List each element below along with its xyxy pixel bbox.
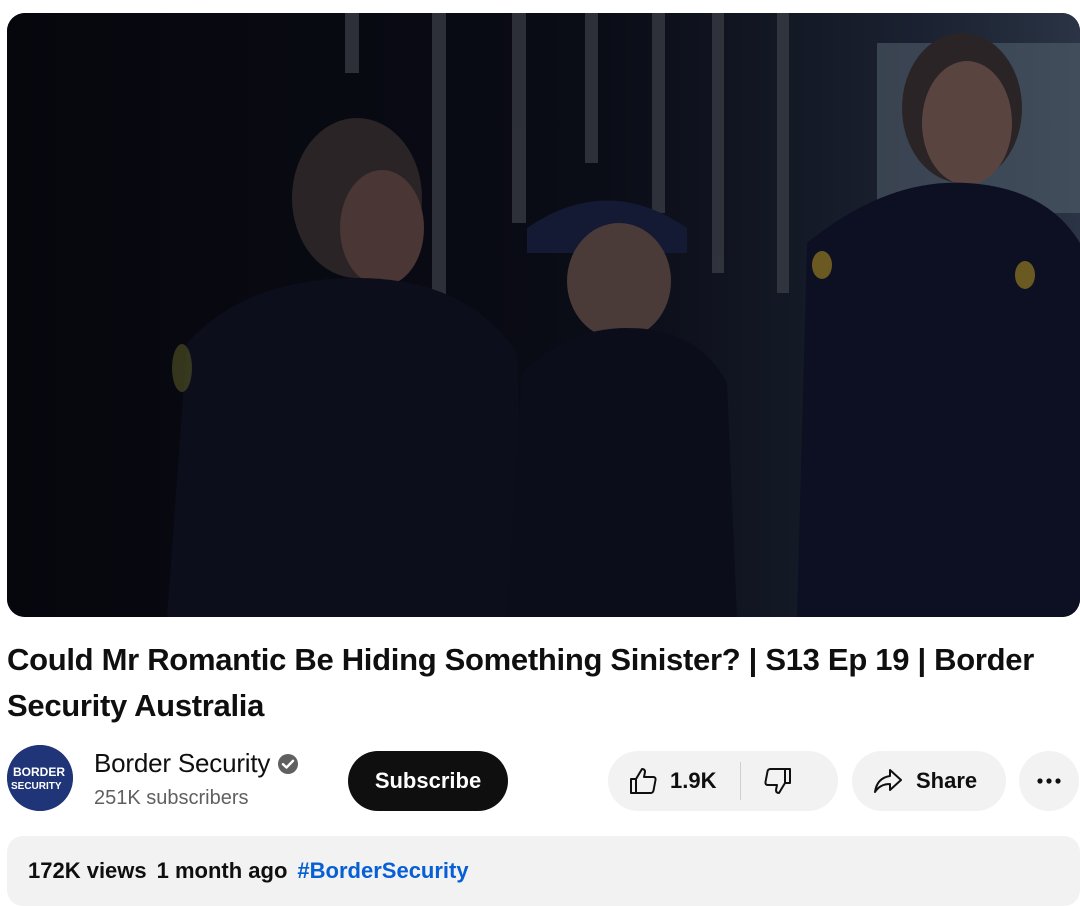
more-actions-button[interactable] <box>1019 751 1079 811</box>
video-frame <box>7 13 1080 617</box>
view-count: 172K views <box>28 858 147 883</box>
thumbs-down-icon <box>764 768 792 794</box>
subscriber-count: 251K subscribers <box>94 787 249 809</box>
subscribe-button[interactable]: Subscribe <box>348 751 508 811</box>
video-title: Could Mr Romantic Be Hiding Something Si… <box>7 642 1034 723</box>
channel-name-row[interactable]: Border Security <box>94 748 299 779</box>
check-circle-icon <box>278 753 299 774</box>
more-horizontal-icon <box>1037 778 1061 784</box>
dislike-button[interactable] <box>741 751 793 811</box>
upload-date: 1 month ago <box>156 858 288 883</box>
like-button[interactable]: 1.9K <box>608 751 740 811</box>
video-player[interactable] <box>7 13 1080 617</box>
svg-text:BORDER: BORDER <box>13 765 65 779</box>
description-meta: 172K views 1 month ago #BorderSecurity <box>28 858 479 884</box>
svg-text:SECURITY: SECURITY <box>11 781 62 792</box>
share-label: Share <box>916 768 978 793</box>
thumbs-up-icon <box>630 768 657 794</box>
channel-name[interactable]: Border Security <box>94 748 270 779</box>
share-arrow-icon <box>874 769 902 793</box>
share-button[interactable]: Share <box>852 751 1006 811</box>
hashtag-link[interactable]: #BorderSecurity <box>297 858 468 883</box>
channel-avatar[interactable]: BORDER SECURITY <box>7 745 73 811</box>
like-dislike-group: 1.9K <box>608 751 838 811</box>
border-security-logo: BORDER SECURITY <box>7 745 73 811</box>
like-count: 1.9K <box>670 768 717 793</box>
